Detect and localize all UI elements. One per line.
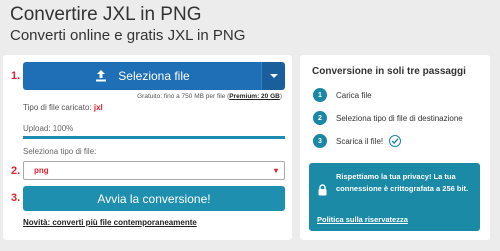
selected-format: png <box>34 166 49 175</box>
chevron-down-icon <box>269 74 278 78</box>
check-circle-icon <box>389 135 402 147</box>
step-number-3: 3. <box>11 192 21 204</box>
select-type-label: Seleziona tipo di file: <box>23 147 97 156</box>
converter-card: 1. Seleziona file Gratuito: fino a 750 M… <box>3 55 292 240</box>
page-subtitle: Converti online e gratis JXL in PNG <box>10 27 246 44</box>
step-number-1: 1. <box>11 70 21 82</box>
steps-title: Conversione in soli tre passaggi <box>312 66 466 77</box>
upload-options-dropdown[interactable] <box>261 62 285 90</box>
steps-card: Conversione in soli tre passaggi 1 Caric… <box>300 55 490 240</box>
target-format-select[interactable]: png ▾ <box>23 161 285 180</box>
batch-convert-link[interactable]: Novità: converti più file contemporaneam… <box>23 218 197 227</box>
privacy-policy-link[interactable]: Politica sulla riservatezza <box>317 215 408 224</box>
upload-progress-label: Upload: 100% <box>23 124 74 133</box>
step-text-1: Carica file <box>336 90 372 100</box>
step-badge-3: 3 <box>313 134 327 148</box>
select-file-group: Seleziona file <box>23 62 285 90</box>
step-item-2: 2 Seleziona tipo di file di destinazione <box>313 111 463 125</box>
upload-progress-fill <box>23 136 285 139</box>
step-text-3: Scarica il file! <box>336 136 384 146</box>
page-title: Convertire JXL in PNG <box>10 4 202 25</box>
upload-icon <box>94 69 108 83</box>
uploaded-type-label: Tipo di file caricato: <box>23 103 92 112</box>
upload-limit-text: Gratuito: fino a 750 MB per file (Premiu… <box>137 93 282 100</box>
step-item-3: 3 Scarica il file! <box>313 134 402 148</box>
chevron-down-icon: ▾ <box>273 166 278 175</box>
step-number-2: 2. <box>11 165 21 177</box>
uploaded-type-row: Tipo di file caricato: jxl <box>23 103 103 112</box>
lock-icon <box>317 183 328 201</box>
step-item-1: 1 Carica file <box>313 88 372 102</box>
step-badge-1: 1 <box>313 88 327 102</box>
upload-progress-bar <box>23 136 285 139</box>
privacy-text: Rispettiamo la tua privacy! La tua conne… <box>336 172 469 193</box>
privacy-notice: Rispettiamo la tua privacy! La tua conne… <box>309 163 480 231</box>
select-file-button[interactable]: Seleziona file <box>23 62 261 90</box>
premium-link[interactable]: Premium: 20 GB <box>229 93 280 100</box>
uploaded-type-value: jxl <box>93 103 103 112</box>
step-text-2: Seleziona tipo di file di destinazione <box>336 113 463 123</box>
step-badge-2: 2 <box>313 111 327 125</box>
start-conversion-button[interactable]: Avvia la conversione! <box>23 186 285 211</box>
select-file-label: Seleziona file <box>118 69 190 83</box>
